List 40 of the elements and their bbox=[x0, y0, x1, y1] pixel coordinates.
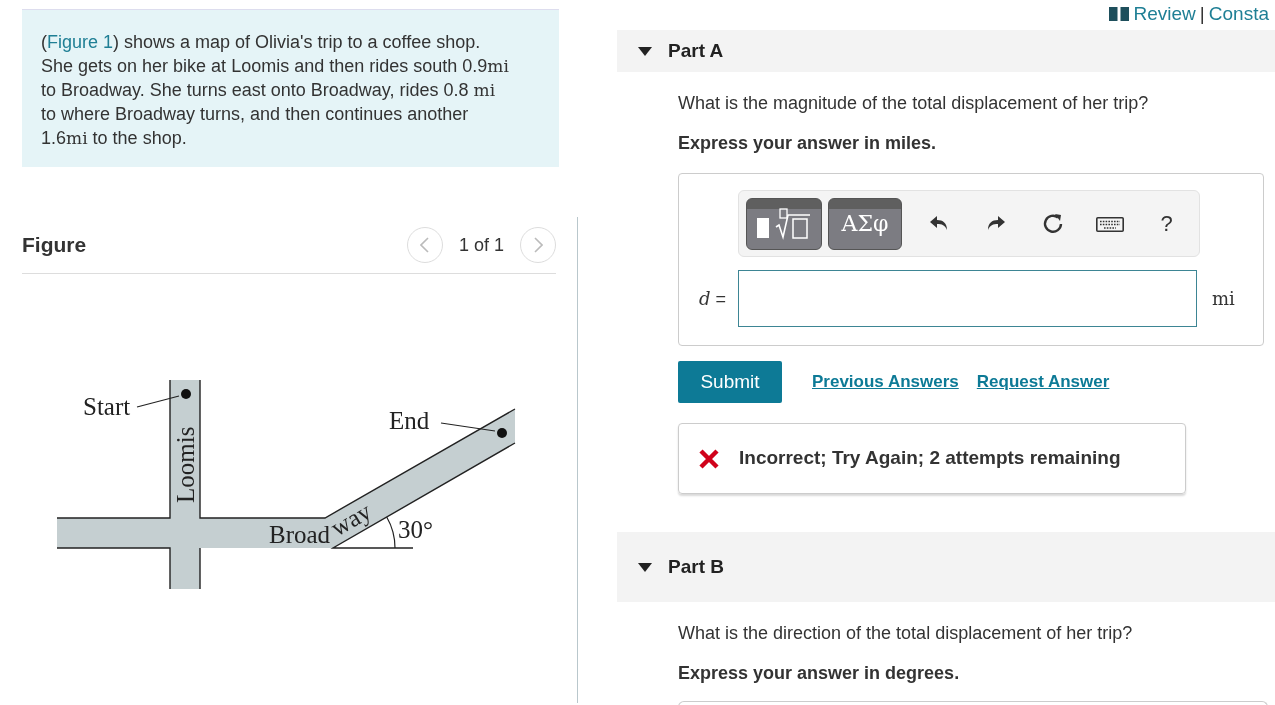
feedback-message: Incorrect; Try Again; 2 attempts remaining bbox=[678, 423, 1186, 494]
angle-label: 30° bbox=[398, 516, 433, 543]
book-icon bbox=[1107, 6, 1130, 23]
page-counter: 1 of 1 bbox=[458, 233, 504, 257]
unit-label: mi bbox=[1212, 287, 1235, 311]
figure-heading: Figure bbox=[22, 232, 87, 259]
variable-label: d = bbox=[697, 286, 727, 311]
review-link[interactable]: Review bbox=[1133, 0, 1196, 29]
cross-icon bbox=[699, 448, 719, 469]
reset-icon bbox=[1041, 212, 1064, 235]
constants-link[interactable]: Consta bbox=[1208, 0, 1269, 29]
separator-text: | bbox=[1199, 2, 1205, 26]
leader-line bbox=[440, 422, 496, 432]
end-dot bbox=[497, 428, 507, 438]
answer-link[interactable]: Previous Answers bbox=[812, 369, 959, 395]
caret-icon bbox=[638, 562, 652, 572]
chevron-icon bbox=[533, 237, 543, 253]
templates-button[interactable] bbox=[746, 197, 822, 250]
angle-arc bbox=[386, 516, 396, 549]
caret-icon bbox=[638, 46, 652, 56]
question-text: What is the magnitude of the total displacement of her trip? bbox=[678, 92, 1150, 114]
street-label: Loomis bbox=[172, 426, 199, 503]
start-dot bbox=[181, 389, 191, 399]
help-button[interactable]: ? bbox=[1138, 207, 1195, 240]
end-label: End bbox=[389, 407, 430, 434]
problem-text: (Figure 1) shows a map of Olivia's trip to a coffee shop. She gets on her bike at Loomis and then rides south 0.9mi to Broadway. She turns east onto Broadway, rides 0.8 mi to where Broadway turns, and then continues another 1.6mi to the shop. bbox=[41, 31, 510, 150]
chevron-icon bbox=[420, 237, 430, 253]
leader-line bbox=[136, 395, 180, 408]
street-label: Broad bbox=[269, 521, 331, 548]
start-label: Start bbox=[83, 393, 131, 420]
instruction-text: Express your answer in degrees. bbox=[678, 662, 961, 685]
figure-link[interactable]: Figure 1 bbox=[47, 32, 114, 52]
instruction-text: Express your answer in miles. bbox=[678, 132, 938, 155]
part-header[interactable]: Part A bbox=[617, 30, 1275, 72]
question-text: What is the direction of the total displacement of her trip? bbox=[678, 622, 1134, 644]
submit-button[interactable]: Submit bbox=[678, 361, 782, 403]
answer-field[interactable] bbox=[738, 270, 1197, 327]
symbols-button[interactable]: ΑΣφ bbox=[828, 197, 902, 250]
part-header[interactable]: Part B bbox=[617, 532, 1275, 602]
answer-link[interactable]: Request Answer bbox=[976, 369, 1110, 395]
